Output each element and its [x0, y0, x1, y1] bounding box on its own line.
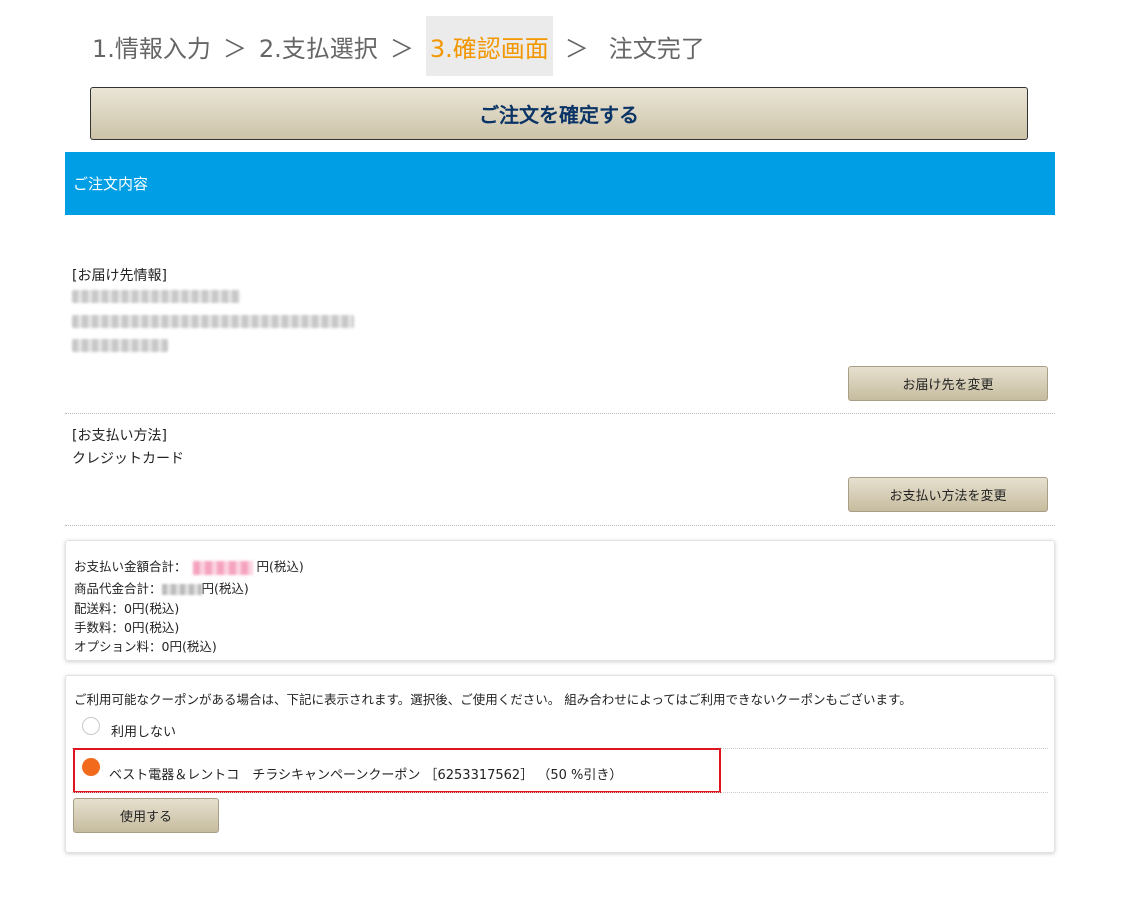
step-separator: ＞	[222, 34, 247, 63]
coupon-none-label[interactable]: 利用しない	[111, 721, 176, 740]
delivery-address-redacted	[72, 315, 354, 328]
total-amount-redacted	[192, 560, 253, 575]
divider	[65, 525, 1055, 526]
order-contents-header: ご注文内容	[65, 152, 1055, 215]
subtotal-line: 商品代金合計： 円(税込)	[74, 578, 249, 597]
step-separator: ＞	[564, 34, 589, 63]
step-payment-select: 2.支払選択	[258, 34, 378, 63]
order-contents-title: ご注文内容	[73, 175, 149, 193]
divider	[65, 413, 1055, 414]
total-amount-suffix: 円(税込)	[256, 559, 304, 574]
divider	[72, 792, 1048, 793]
step-order-complete: 注文完了	[608, 34, 705, 63]
subtotal-suffix: 円(税込)	[201, 581, 249, 596]
shipping-line: 配送料：0円(税込)	[74, 601, 180, 616]
confirm-order-button[interactable]: ご注文を確定する	[90, 87, 1028, 140]
fee-line: 手数料：0円(税込)	[74, 620, 180, 635]
totals-panel: お支払い金額合計： 円(税込) 商品代金合計： 円(税込) 配送料：0円(税込) 手…	[65, 540, 1055, 661]
step-confirm-current: 3.確認画面	[425, 16, 553, 76]
coupon-none-radio[interactable]	[82, 717, 100, 735]
option-fee-line: オプション料：0円(税込)	[74, 639, 217, 654]
subtotal-label: 商品代金合計：	[74, 581, 162, 596]
coupon-panel: ご利用可能なクーポンがある場合は、下記に表示されます。選択後、ご使用ください。 …	[65, 675, 1055, 853]
change-delivery-button[interactable]: お届け先を変更	[848, 366, 1048, 401]
delivery-phone-redacted	[72, 339, 168, 352]
step-indicator: 1.情報入力 ＞ 2.支払選択 ＞ 3.確認画面 ＞ 注文完了	[92, 16, 705, 76]
coupon-notice: ご利用可能なクーポンがある場合は、下記に表示されます。選択後、ご使用ください。 …	[74, 692, 912, 707]
change-payment-button[interactable]: お支払い方法を変更	[848, 477, 1048, 512]
coupon-selected-radio[interactable]	[82, 758, 100, 776]
payment-method-value: クレジットカード	[72, 451, 184, 467]
step-info-input: 1.情報入力	[92, 34, 211, 63]
payment-method-label: [お支払い方法]	[72, 428, 167, 444]
total-amount-label: お支払い金額合計：	[74, 559, 187, 574]
delivery-info-label: [お届け先情報]	[72, 268, 167, 284]
use-coupon-button[interactable]: 使用する	[73, 798, 219, 833]
delivery-name-redacted	[72, 290, 240, 303]
step-separator: ＞	[389, 34, 414, 63]
coupon-option-label[interactable]: ベスト電器＆レントコ チラシキャンペーンクーポン ［6253317562］ （5…	[109, 764, 622, 783]
total-amount-line: お支払い金額合計： 円(税込)	[74, 556, 304, 575]
subtotal-redacted	[161, 584, 202, 595]
